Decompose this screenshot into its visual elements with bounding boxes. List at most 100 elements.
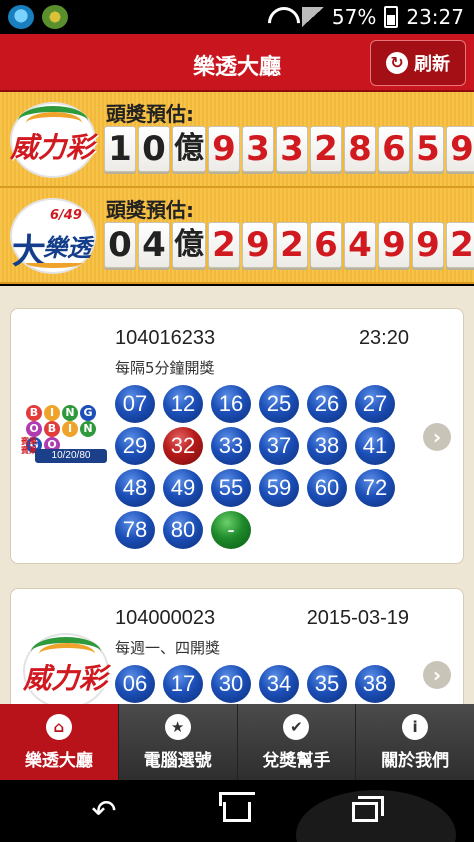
- draw-card-bingo[interactable]: B I N G O B I N G O 賓果賓果 10/20/80 104016…: [10, 308, 464, 564]
- weili-logo: 威力彩: [15, 633, 113, 704]
- jackpot-digit: 8: [344, 126, 376, 172]
- jackpot-label: 頭獎預估:: [106, 198, 194, 222]
- lottery-ball: 60: [307, 469, 347, 507]
- jackpot-panel-lotto[interactable]: 6/49 大 樂透 頭獎預估: 0 4 億 2 9 2 6 4 9 9 2: [0, 188, 474, 284]
- lottery-ball: 17: [163, 665, 203, 703]
- lottery-ball: 38: [355, 665, 395, 703]
- tab-label: 兌獎幫手: [262, 750, 331, 771]
- home-icon[interactable]: [213, 792, 261, 832]
- draw-time: 23:20: [358, 327, 409, 349]
- draw-frequency: 每週一、四開獎: [115, 639, 221, 657]
- jackpot-digit: 1: [104, 126, 136, 172]
- draw-results-list[interactable]: B I N G O B I N G O 賓果賓果 10/20/80 104016…: [0, 286, 474, 704]
- ball-set: 06 17 30 34 35 38: [115, 665, 399, 703]
- lottery-ball: 55: [211, 469, 251, 507]
- jackpot-digit: 9: [242, 222, 274, 268]
- tab-label: 關於我們: [381, 750, 450, 771]
- jackpot-digit: 0: [104, 222, 136, 268]
- jackpot-label: 頭獎預估:: [106, 102, 194, 126]
- draw-number: 104000023: [115, 607, 216, 629]
- draw-card-weili[interactable]: 威力彩 104000023 2015-03-19 每週一、四開獎 06 17 30 3…: [10, 588, 464, 704]
- jackpot-digit: 2: [310, 126, 342, 172]
- lottery-ball: 12: [163, 385, 203, 423]
- app-notification-icon: [42, 5, 68, 29]
- jackpot-digit: 4: [138, 222, 170, 268]
- jackpot-unit: 億: [172, 126, 206, 172]
- lottery-ball: 41: [355, 427, 395, 465]
- lottery-ball: 37: [259, 427, 299, 465]
- lottery-ball: 26: [307, 385, 347, 423]
- jackpot-amount: 0 4 億 2 9 2 6 4 9 9 2: [104, 222, 474, 268]
- recent-apps-icon[interactable]: [344, 792, 392, 832]
- app-header: 樂透大廳 ↻ 刷新: [0, 34, 474, 92]
- jackpot-panel-weili[interactable]: 威力彩 頭獎預估: 1 0 億 9 3 3 2 8 6 5 9: [0, 92, 474, 188]
- refresh-button[interactable]: ↻ 刷新: [370, 40, 466, 86]
- status-bar: 57% 23:27: [0, 0, 474, 34]
- jackpot-digit: 2: [276, 222, 308, 268]
- bingo-logo: B I N G O B I N G O 賓果賓果 10/20/80: [19, 397, 111, 467]
- star-icon: ★: [164, 713, 191, 740]
- jackpot-amount: 1 0 億 9 3 3 2 8 6 5 9: [104, 126, 474, 172]
- lottery-ball: 49: [163, 469, 203, 507]
- weili-logo-text: 威力彩: [22, 662, 107, 695]
- tab-lottery-hall[interactable]: ⌂ 樂透大廳: [0, 704, 119, 780]
- lottery-ball: 16: [211, 385, 251, 423]
- jackpot-digit: 2: [446, 222, 474, 268]
- jackpot-digit: 3: [276, 126, 308, 172]
- jackpot-digit: 9: [208, 126, 240, 172]
- jackpot-digit: 9: [446, 126, 474, 172]
- lottery-ball: 32: [163, 427, 203, 465]
- jackpot-digit: 6: [378, 126, 410, 172]
- notification-icons: [8, 5, 68, 29]
- app-notification-icon: [8, 5, 34, 29]
- clock: 23:27: [406, 5, 464, 29]
- bingo-logo-date: 10/20/80: [35, 449, 107, 463]
- signal-icon: [301, 7, 324, 27]
- weili-logo-text: 威力彩: [9, 131, 94, 164]
- home-icon: ⌂: [45, 713, 72, 740]
- tab-label: 樂透大廳: [24, 750, 93, 771]
- back-icon[interactable]: ↶: [80, 792, 128, 832]
- jackpot-digit: 3: [242, 126, 274, 172]
- tab-auto-pick[interactable]: ★ 電腦選號: [118, 704, 238, 780]
- ball-set: 07 12 16 25 26 27 29 32 33 37 38 41 48 49 55 59 60 72 78 80…: [115, 385, 399, 549]
- jackpot-unit: 億: [172, 222, 206, 268]
- lottery-ball: 80: [163, 511, 203, 549]
- lottery-ball: 34: [259, 665, 299, 703]
- lottery-ball: 35: [307, 665, 347, 703]
- lottery-ball: 27: [355, 385, 395, 423]
- lottery-ball: 25: [259, 385, 299, 423]
- lottery-ball: 30: [211, 665, 251, 703]
- tab-prize-check[interactable]: ✔ 兌獎幫手: [237, 704, 357, 780]
- lottery-ball: 59: [259, 469, 299, 507]
- system-nav-bar: ↶: [0, 780, 474, 842]
- lottery-ball: 06: [115, 665, 155, 703]
- lottery-ball: 72: [355, 469, 395, 507]
- info-icon: i: [402, 713, 429, 740]
- jackpot-digit: 6: [310, 222, 342, 268]
- jackpot-digit: 2: [208, 222, 240, 268]
- draw-date: 2015-03-19: [306, 607, 409, 629]
- tab-label: 電腦選號: [143, 750, 212, 771]
- battery-percent: 57%: [331, 5, 377, 29]
- tab-about[interactable]: i 關於我們: [356, 704, 474, 780]
- lotto-logo-sub: 6/49: [50, 208, 82, 223]
- bottom-tab-bar: ⌂ 樂透大廳 ★ 電腦選號 ✔ 兌獎幫手 i 關於我們: [0, 704, 474, 780]
- lottery-ball: 38: [307, 427, 347, 465]
- lottery-ball: 48: [115, 469, 155, 507]
- lottery-ball: 07: [115, 385, 155, 423]
- lottery-ball: 78: [115, 511, 155, 549]
- chevron-right-icon[interactable]: ›: [423, 661, 451, 689]
- wifi-icon: [268, 7, 294, 27]
- jackpot-digit: 9: [412, 222, 444, 268]
- lottery-ball: 33: [211, 427, 251, 465]
- weili-logo: 威力彩: [2, 102, 100, 178]
- draw-frequency: 每隔5分鐘開獎: [115, 359, 215, 377]
- draw-number: 104016233: [115, 327, 216, 349]
- jackpot-digit: 0: [138, 126, 170, 172]
- battery-icon: [384, 6, 399, 28]
- refresh-icon: ↻: [386, 52, 408, 74]
- jackpot-digit: 9: [378, 222, 410, 268]
- chevron-right-icon[interactable]: ›: [423, 423, 451, 451]
- check-icon: ✔: [283, 713, 310, 740]
